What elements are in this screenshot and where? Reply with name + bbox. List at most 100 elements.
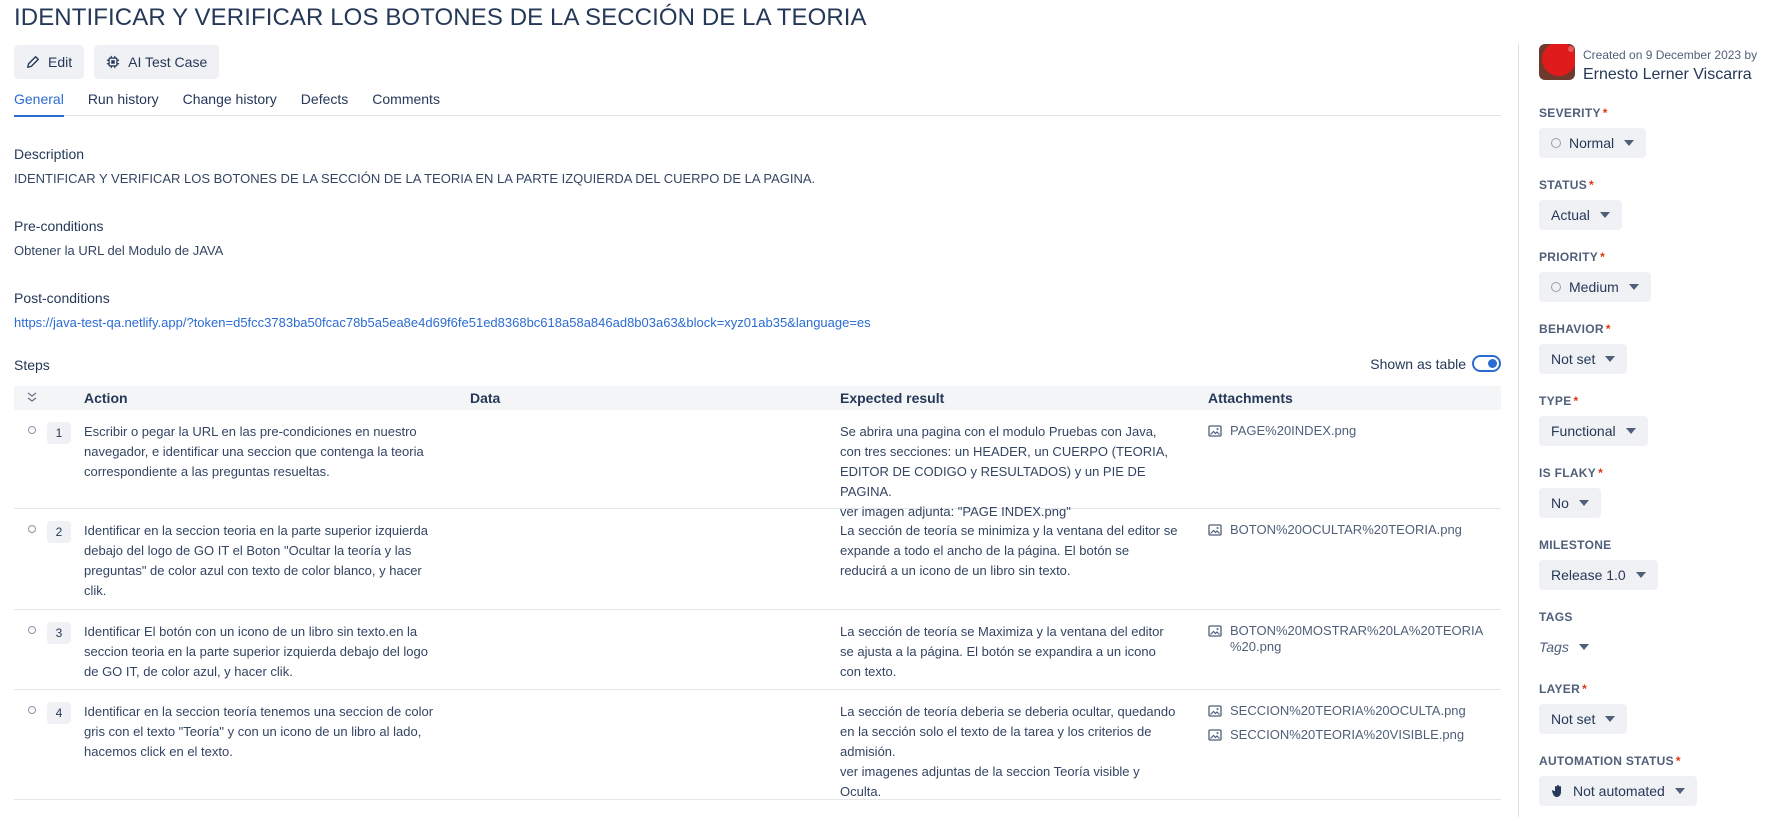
field-label: TAGS [1539, 610, 1589, 624]
table-row[interactable]: 3 Identificar El botón con un icono de un… [14, 610, 1501, 690]
field-severity: SEVERITY * Normal [1539, 106, 1647, 158]
shown-as-table-label: Shown as table [1370, 355, 1466, 372]
step-status-icon[interactable] [28, 626, 36, 634]
chevron-down-icon [1625, 428, 1636, 434]
field-label-text: SEVERITY [1539, 106, 1601, 120]
attachment-link[interactable]: BOTON%20MOSTRAR%20LA%20TEORIA %20.png [1208, 623, 1498, 655]
step-expected: Se abrira una pagina con el modulo Prueb… [840, 424, 1168, 519]
postconditions-link[interactable]: https://java-test-qa.netlify.app/?token=… [14, 315, 871, 330]
preconditions-text: Obtener la URL del Modulo de JAVA [14, 243, 224, 258]
required-mark: * [1605, 322, 1611, 336]
field-label: TYPE * [1539, 394, 1648, 408]
required-mark: * [1573, 394, 1579, 408]
field-label: LAYER * [1539, 682, 1627, 696]
field-label-text: BEHAVIOR [1539, 322, 1604, 336]
layer-select[interactable]: Not set [1539, 704, 1628, 734]
tab-general[interactable]: General [14, 91, 64, 117]
field-label-text: LAYER [1539, 682, 1581, 696]
severity-select[interactable]: Normal [1539, 128, 1647, 158]
field-label-text: PRIORITY [1539, 250, 1599, 264]
description-text: IDENTIFICAR Y VERIFICAR LOS BOTONES DE L… [14, 171, 816, 186]
field-behavior: BEHAVIOR * Not set [1539, 322, 1628, 374]
image-icon [1208, 524, 1222, 536]
automation-status-select[interactable]: Not automated [1539, 776, 1697, 806]
table-row[interactable]: 4 Identificar en la seccion teoría tenemo… [14, 690, 1501, 800]
field-status: STATUS * Actual [1539, 178, 1622, 230]
page-title: IDENTIFICAR Y VERIFICAR LOS BOTONES DE L… [14, 4, 867, 31]
priority-select[interactable]: Medium [1539, 272, 1651, 302]
tab-change-history[interactable]: Change history [183, 91, 277, 116]
select-value: Normal [1569, 135, 1615, 151]
tab-run-history[interactable]: Run history [88, 91, 159, 116]
step-expected: La sección de teoría se minimiza y la ve… [840, 523, 1178, 578]
field-label: MILESTONE [1539, 538, 1658, 552]
chevron-down-icon [1635, 572, 1646, 578]
chevron-down-icon [1599, 212, 1610, 218]
select-value: Not set [1551, 351, 1596, 367]
toggle-switch[interactable] [1472, 355, 1501, 372]
main-content: IDENTIFICAR Y VERIFICAR LOS BOTONES DE L… [14, 0, 1501, 817]
details-sidebar: Created on 9 December 2023 by Ernesto Le… [1518, 44, 1773, 817]
field-label-text: TYPE [1539, 394, 1572, 408]
creator-info: Created on 9 December 2023 by Ernesto Le… [1539, 44, 1757, 84]
step-number: 4 [47, 702, 71, 724]
field-label: BEHAVIOR * [1539, 322, 1627, 336]
status-select[interactable]: Actual [1539, 200, 1622, 230]
shown-as-table-switch[interactable]: Shown as table [1370, 355, 1501, 372]
ai-test-case-button[interactable]: AI Test Case [94, 45, 220, 79]
steps-label: Steps [14, 357, 50, 373]
attachment-link[interactable]: SECCION%20TEORIA%20VISIBLE.png [1208, 727, 1498, 743]
image-icon [1208, 729, 1222, 741]
milestone-select[interactable]: Release 1.0 [1539, 560, 1658, 590]
chevron-down-icon [1578, 500, 1589, 506]
chevron-down-icon [1624, 140, 1635, 146]
select-value: Actual [1551, 207, 1590, 223]
field-label: PRIORITY * [1539, 250, 1651, 264]
field-milestone: MILESTONE Release 1.0 [1539, 538, 1658, 590]
field-label-text: TAGS [1539, 610, 1573, 624]
select-value: Release 1.0 [1551, 567, 1626, 583]
is-flaky-select[interactable]: No [1539, 488, 1601, 518]
step-status-icon[interactable] [28, 426, 36, 434]
header-data: Data [470, 390, 501, 406]
required-mark: * [1582, 682, 1588, 696]
attachment-name: SECCION%20TEORIA%20VISIBLE.png [1230, 727, 1465, 742]
chevron-down-icon [1605, 716, 1616, 722]
step-action: Identificar El botón con un icono de un … [84, 624, 428, 679]
step-number: 2 [47, 521, 71, 543]
pencil-icon [27, 56, 39, 68]
image-icon [1208, 705, 1222, 717]
table-row[interactable]: 1 Escribir o pegar la URL en las pre-cond… [14, 410, 1501, 519]
step-number: 3 [47, 622, 71, 644]
field-layer: LAYER * Not set [1539, 682, 1628, 734]
edit-button[interactable]: Edit [14, 45, 85, 79]
ai-test-case-label: AI Test Case [128, 54, 208, 70]
step-attachments: BOTON%20MOSTRAR%20LA%20TEORIA %20.png [1208, 623, 1498, 663]
field-tags: TAGS Tags [1539, 610, 1589, 662]
type-select[interactable]: Functional [1539, 416, 1648, 446]
tags-select[interactable]: Tags [1539, 632, 1589, 662]
steps-table-header: Action Data Expected result Attachments [14, 386, 1501, 410]
behavior-select[interactable]: Not set [1539, 344, 1628, 374]
chevron-down-icon [1605, 356, 1616, 362]
tab-comments[interactable]: Comments [372, 91, 440, 116]
field-label-text: AUTOMATION STATUS [1539, 754, 1674, 768]
attachment-link[interactable]: SECCION%20TEORIA%20OCULTA.png [1208, 703, 1498, 719]
step-status-icon[interactable] [28, 706, 36, 714]
tab-bar: General Run history Change history Defec… [14, 91, 1501, 117]
collapse-all-icon[interactable] [25, 390, 39, 404]
table-row[interactable]: 2 Identificar en la seccion teoria en la … [14, 509, 1501, 610]
creator-name[interactable]: Ernesto Lerner Viscarra [1583, 66, 1757, 84]
attachment-link[interactable]: BOTON%20OCULTAR%20TEORIA.png [1208, 522, 1498, 538]
status-ring-icon [1551, 138, 1561, 148]
step-status-icon[interactable] [28, 525, 36, 533]
select-value: Not set [1551, 711, 1596, 727]
required-mark: * [1598, 466, 1604, 480]
postconditions-label: Post-conditions [14, 290, 110, 306]
field-label: IS FLAKY * [1539, 466, 1603, 480]
field-label: SEVERITY * [1539, 106, 1646, 120]
attachment-link[interactable]: PAGE%20INDEX.png [1208, 423, 1498, 439]
header-expected: Expected result [840, 390, 945, 406]
tab-defects[interactable]: Defects [301, 91, 348, 116]
field-label: STATUS * [1539, 178, 1622, 192]
